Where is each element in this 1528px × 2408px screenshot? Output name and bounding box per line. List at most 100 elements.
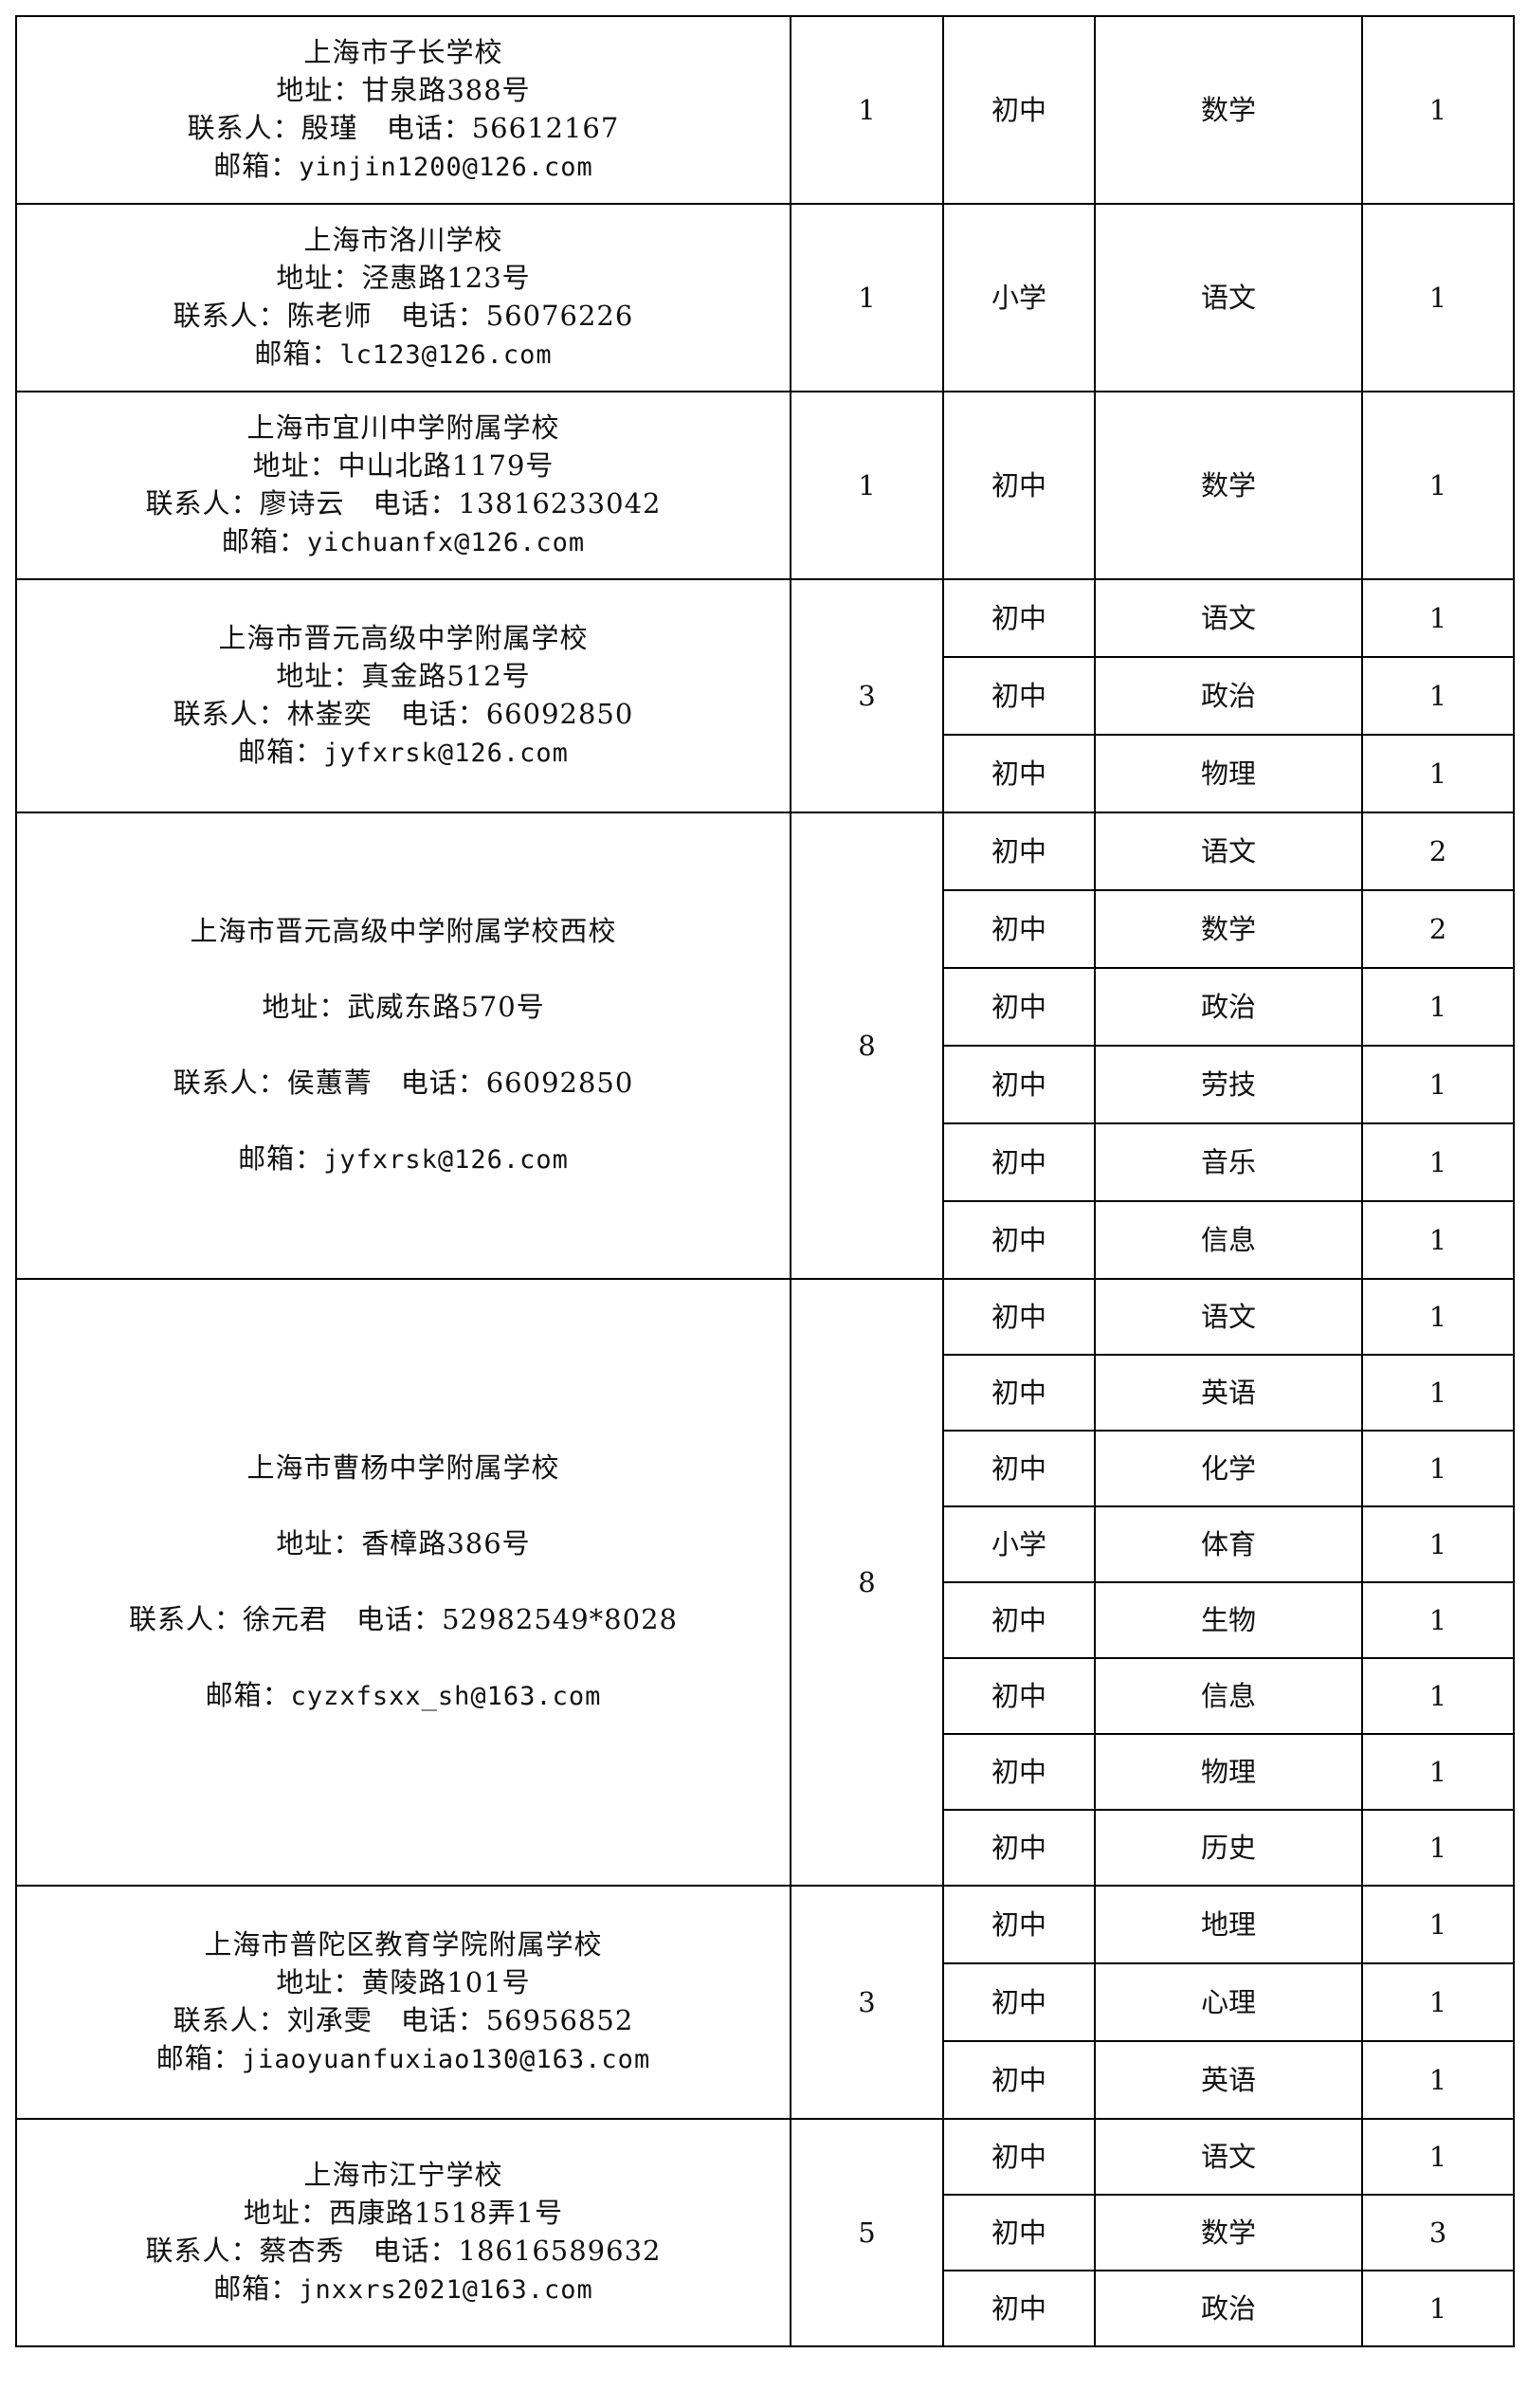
email: yichuanfx@126.com [306, 528, 586, 557]
total-positions-cell: 3 [790, 578, 944, 813]
count-cell: 1 [1361, 1200, 1515, 1280]
address-line: 地址：中山北路1179号 [17, 447, 790, 484]
address-label: 地址： [262, 991, 348, 1023]
phone-label: 电话： [373, 2235, 459, 2267]
contact-name: 陈老师 [286, 300, 373, 332]
subject-cell: 信息 [1094, 1657, 1363, 1735]
email-line: 邮箱：jnxxrs2021@163.com [17, 2270, 790, 2309]
school-info-cell: 上海市曹杨中学附属学校 地址：香樟路386号 联系人：徐元君 电话：52982549… [15, 1278, 791, 1887]
count-cell: 1 [1361, 1354, 1515, 1432]
count-cell: 2 [1361, 889, 1515, 969]
contact-label: 联系人： [173, 698, 287, 730]
school-name-line: 上海市普陀区教育学院附属学校 [17, 1925, 790, 1963]
count-cell: 1 [1361, 1809, 1515, 1887]
subject-cell: 体育 [1094, 1505, 1363, 1583]
level-cell: 初中 [942, 889, 1096, 969]
count-cell: 1 [1361, 734, 1515, 813]
school-name-line: 上海市曹杨中学附属学校 [17, 1430, 790, 1505]
contact-line: 联系人：刘承雯 电话：56956852 [17, 2001, 790, 2039]
level-cell: 小学 [942, 1505, 1096, 1583]
level-cell: 初中 [942, 391, 1096, 580]
count-cell: 1 [1361, 1430, 1515, 1507]
address-line: 地址：西康路1518弄1号 [17, 2194, 790, 2232]
table-row: 上海市宜川中学附属学校 地址：中山北路1179号 联系人：廖诗云 电话：138162… [15, 391, 1515, 580]
email-label: 邮箱： [155, 2042, 242, 2074]
total-positions-cell: 8 [790, 812, 944, 1280]
table-row: 上海市晋元高级中学附属学校 地址：真金路512号 联系人：林崟奕 电话：660928… [15, 578, 1515, 813]
subject-cell: 物理 [1094, 1733, 1363, 1811]
address-line: 地址：甘泉路388号 [17, 71, 790, 109]
total-positions-cell: 1 [790, 391, 944, 580]
count-cell: 1 [1361, 1278, 1515, 1356]
address: 中山北路1179号 [337, 449, 555, 482]
subject-cell: 语文 [1094, 812, 1363, 891]
school-info: 上海市江宁学校 地址：西康路1518弄1号 联系人：蔡杏秀 电话：186165896… [17, 2156, 790, 2309]
address-line: 地址：黄陵路101号 [17, 1963, 790, 2001]
contact-line: 联系人：林崟奕 电话：66092850 [17, 695, 790, 733]
email-line: 邮箱：jiaoyuanfuxiao130@163.com [17, 2039, 790, 2079]
address: 西康路1518弄1号 [328, 2197, 564, 2229]
subject-cell: 政治 [1094, 656, 1363, 736]
subject-cell: 语文 [1094, 2118, 1363, 2196]
school-info-cell: 上海市子长学校 地址：甘泉路388号 联系人：殷瑾 电话：56612167 邮箱：yi… [15, 15, 791, 205]
phone: 66092850 [485, 1067, 634, 1099]
address-label: 地址： [276, 1966, 362, 1998]
email-line: 邮箱：yichuanfx@126.com [17, 522, 790, 562]
email: lc123@126.com [339, 340, 553, 370]
level-cell: 初中 [942, 1278, 1096, 1356]
email-label: 邮箱： [238, 736, 324, 768]
phone: 18616589632 [458, 2235, 662, 2267]
contact-name: 殷瑾 [300, 112, 358, 144]
school-info-cell: 上海市洛川学校 地址：泾惠路123号 联系人：陈老师 电话：56076226 邮箱：l… [15, 203, 791, 392]
phone: 13816233042 [458, 487, 662, 520]
address: 香樟路386号 [361, 1527, 531, 1560]
contact-label: 联系人： [129, 1603, 244, 1635]
level-cell: 初中 [942, 2040, 1096, 2120]
email: jnxxrs2021@163.com [299, 2275, 593, 2305]
level-cell: 初中 [942, 1354, 1096, 1432]
school-info-cell: 上海市普陀区教育学院附属学校 地址：黄陵路101号 联系人：刘承雯 电话：56956… [15, 1885, 791, 2120]
contact-name: 林崟奕 [286, 698, 373, 730]
school-name-line: 上海市江宁学校 [17, 2156, 790, 2194]
phone-label: 电话： [373, 487, 459, 520]
total-positions-cell: 8 [790, 1278, 944, 1887]
contact-name: 廖诗云 [259, 487, 345, 520]
school-name: 上海市晋元高级中学附属学校 [218, 622, 589, 654]
count-cell: 1 [1361, 1885, 1515, 1964]
school-info-cell: 上海市晋元高级中学附属学校 地址：真金路512号 联系人：林崟奕 电话：660928… [15, 578, 791, 813]
email: cyzxfsxx_sh@163.com [290, 1682, 602, 1711]
level-cell: 初中 [942, 1885, 1096, 1964]
school-name: 上海市宜川中学附属学校 [246, 411, 560, 444]
phone-label: 电话： [400, 300, 486, 332]
table-row: 上海市曹杨中学附属学校 地址：香樟路386号 联系人：徐元君 电话：52982549… [15, 1278, 1515, 1887]
level-cell: 初中 [942, 812, 1096, 891]
count-cell: 1 [1361, 2040, 1515, 2120]
subject-cell: 语文 [1094, 578, 1363, 658]
school-name: 上海市普陀区教育学院附属学校 [204, 1928, 603, 1961]
phone: 56956852 [485, 2004, 634, 2036]
email-label: 邮箱： [213, 150, 300, 182]
table-row: 上海市江宁学校 地址：西康路1518弄1号 联系人：蔡杏秀 电话：186165896… [15, 2118, 1515, 2347]
level-cell: 初中 [942, 1122, 1096, 1202]
school-name-line: 上海市宜川中学附属学校 [17, 409, 790, 447]
email: jyfxrsk@126.com [323, 739, 569, 768]
phone: 66092850 [485, 698, 634, 730]
table-row: 上海市子长学校 地址：甘泉路388号 联系人：殷瑾 电话：56612167 邮箱：yi… [15, 15, 1515, 205]
contact-name: 刘承雯 [286, 2004, 373, 2036]
subject-cell: 劳技 [1094, 1045, 1363, 1124]
subject-cell: 语文 [1094, 203, 1363, 392]
level-cell: 初中 [942, 1657, 1096, 1735]
phone-label: 电话： [400, 698, 486, 730]
count-cell: 1 [1361, 656, 1515, 736]
level-cell: 初中 [942, 1809, 1096, 1887]
email-line: 邮箱：lc123@126.com [17, 335, 790, 374]
address-label: 地址： [252, 449, 338, 482]
count-cell: 1 [1361, 1581, 1515, 1659]
table-row: 上海市晋元高级中学附属学校西校 地址：武威东路570号 联系人：侯蕙菁 电话：660… [15, 812, 1515, 1280]
address-label: 地址： [243, 2197, 329, 2229]
level-cell: 初中 [942, 578, 1096, 658]
